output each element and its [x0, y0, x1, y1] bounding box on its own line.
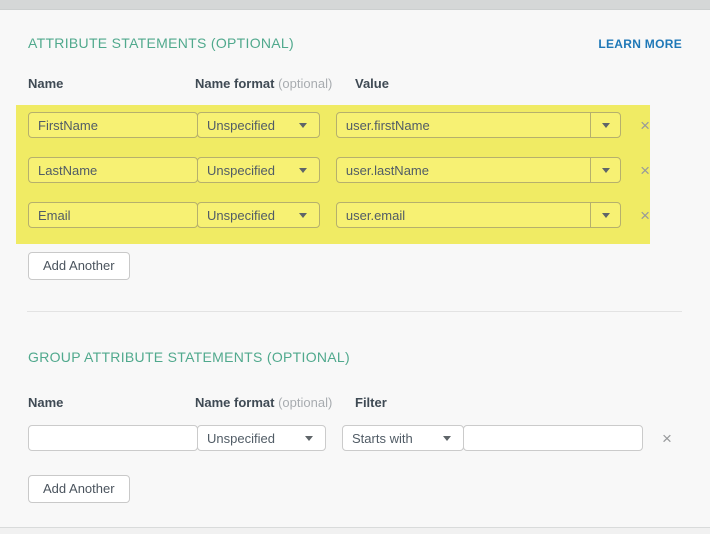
- remove-row-icon[interactable]: ×: [662, 430, 672, 447]
- attribute-statements-section: ATTRIBUTE STATEMENTS (OPTIONAL) LEARN MO…: [0, 36, 710, 312]
- dropdown-arrow-icon: [305, 436, 313, 441]
- column-header-name-format: Name format (optional): [195, 77, 355, 90]
- add-another-button[interactable]: Add Another: [28, 475, 130, 503]
- attribute-row: Unspecified user.firstName ×: [28, 112, 650, 138]
- column-header-filter: Filter: [355, 396, 387, 409]
- group-attribute-statements-header: GROUP ATTRIBUTE STATEMENTS (OPTIONAL): [28, 350, 682, 365]
- learn-more-link[interactable]: LEARN MORE: [598, 37, 682, 52]
- dropdown-arrow-button[interactable]: [590, 203, 620, 227]
- name-format-select[interactable]: Unspecified: [197, 157, 320, 183]
- name-format-select[interactable]: Unspecified: [197, 202, 320, 228]
- section-title: ATTRIBUTE STATEMENTS (OPTIONAL): [28, 36, 294, 51]
- remove-row-icon[interactable]: ×: [640, 117, 650, 134]
- name-format-select[interactable]: Unspecified: [197, 112, 320, 138]
- group-attribute-row: Unspecified Starts with ×: [28, 425, 682, 451]
- column-header-name: Name: [28, 77, 195, 90]
- dropdown-arrow-icon: [299, 123, 307, 128]
- top-window-edge: [0, 0, 710, 10]
- attribute-statements-header: ATTRIBUTE STATEMENTS (OPTIONAL) LEARN MO…: [28, 36, 682, 52]
- value-select[interactable]: user.firstName: [336, 112, 621, 138]
- optional-label: (optional): [278, 76, 332, 91]
- remove-row-icon[interactable]: ×: [640, 207, 650, 224]
- dropdown-arrow-icon: [299, 168, 307, 173]
- column-headers: Name Name format (optional) Filter: [28, 396, 682, 409]
- dropdown-arrow-icon: [602, 168, 610, 173]
- section-title: GROUP ATTRIBUTE STATEMENTS (OPTIONAL): [28, 350, 350, 365]
- highlighted-rows-block: Unspecified user.firstName × Unspecified…: [16, 105, 650, 244]
- filter-value-input[interactable]: [463, 425, 643, 451]
- column-header-name-format: Name format (optional): [195, 396, 355, 409]
- column-headers: Name Name format (optional) Value: [28, 77, 682, 90]
- dropdown-arrow-button[interactable]: [590, 113, 620, 137]
- dropdown-arrow-icon: [602, 213, 610, 218]
- add-another-button[interactable]: Add Another: [28, 252, 130, 280]
- dropdown-arrow-icon: [443, 436, 451, 441]
- column-header-name: Name: [28, 396, 195, 409]
- name-format-select[interactable]: Unspecified: [197, 425, 326, 451]
- attribute-row: Unspecified user.lastName ×: [28, 157, 650, 183]
- section-divider: [27, 311, 682, 312]
- dropdown-arrow-icon: [299, 213, 307, 218]
- dropdown-arrow-button[interactable]: [590, 158, 620, 182]
- value-select[interactable]: user.email: [336, 202, 621, 228]
- group-name-input[interactable]: [28, 425, 198, 451]
- optional-label: (optional): [278, 395, 332, 410]
- remove-row-icon[interactable]: ×: [640, 162, 650, 179]
- filter-type-select[interactable]: Starts with: [342, 425, 464, 451]
- column-header-value: Value: [355, 77, 389, 90]
- attribute-name-input[interactable]: [28, 157, 198, 183]
- dropdown-arrow-icon: [602, 123, 610, 128]
- attribute-row: Unspecified user.email ×: [28, 202, 650, 228]
- value-select[interactable]: user.lastName: [336, 157, 621, 183]
- attribute-name-input[interactable]: [28, 112, 198, 138]
- group-attribute-statements-section: GROUP ATTRIBUTE STATEMENTS (OPTIONAL) Na…: [0, 350, 710, 503]
- attribute-name-input[interactable]: [28, 202, 198, 228]
